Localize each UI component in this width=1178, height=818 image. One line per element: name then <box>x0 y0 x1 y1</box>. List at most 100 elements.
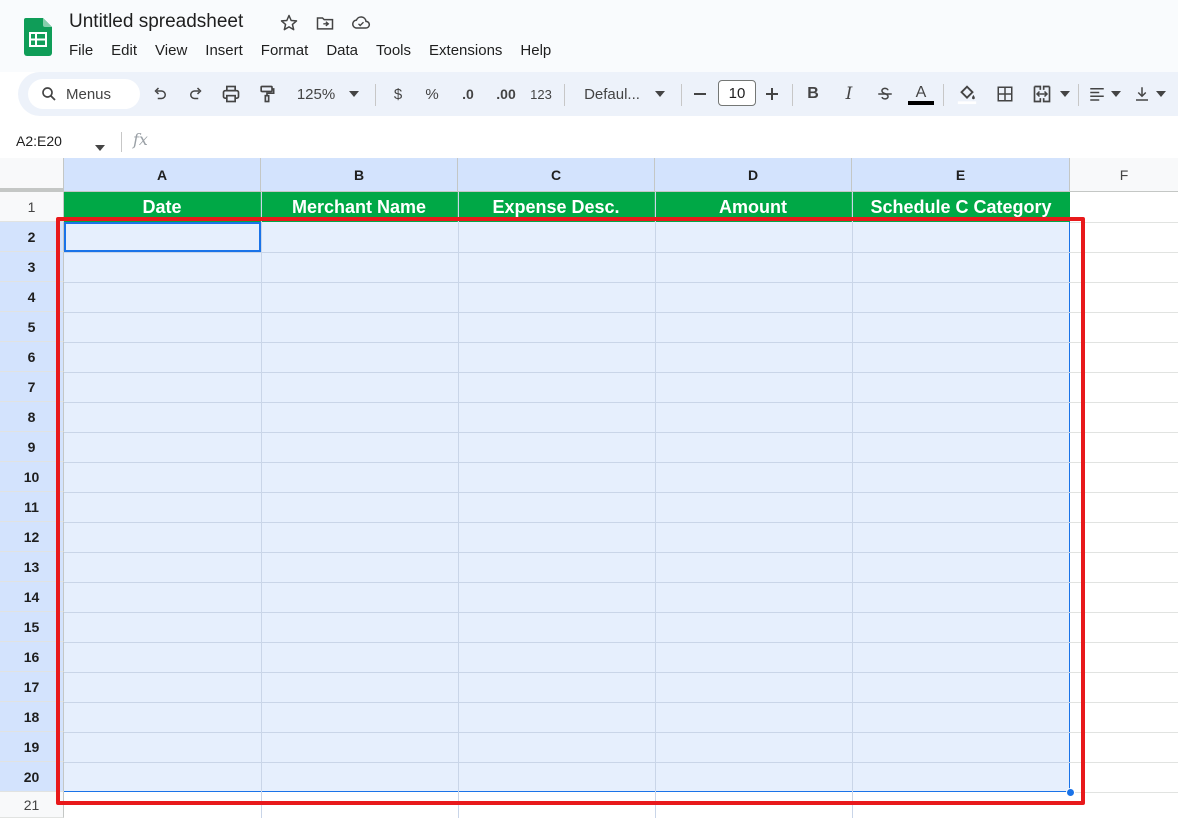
valign-chevron-down-icon[interactable] <box>1154 82 1168 106</box>
text-color-button[interactable]: A <box>907 82 935 106</box>
search-icon <box>42 87 56 101</box>
row-header-8[interactable]: 8 <box>0 402 64 432</box>
cloud-saved-icon[interactable] <box>350 12 372 34</box>
row-header-19[interactable]: 19 <box>0 732 64 762</box>
row-header-14[interactable]: 14 <box>0 582 64 612</box>
grid-line <box>1070 792 1178 793</box>
star-icon[interactable] <box>278 12 300 34</box>
font-size-input[interactable]: 10 <box>718 80 756 106</box>
name-box[interactable]: A2:E20 <box>16 133 62 149</box>
text-color-swatch <box>908 100 934 105</box>
decrease-decimal-label: .0 <box>462 86 474 102</box>
column-header-c[interactable]: C <box>458 158 655 192</box>
menu-insert[interactable]: Insert <box>205 42 243 59</box>
grid-line <box>1070 522 1178 523</box>
menu-tools[interactable]: Tools <box>376 42 411 59</box>
row-header-13[interactable]: 13 <box>0 552 64 582</box>
grid-line <box>1070 702 1178 703</box>
decrease-font-size-icon[interactable] <box>690 82 710 106</box>
grid-line <box>1070 402 1178 403</box>
decrease-decimal-button[interactable]: .0 <box>455 82 481 106</box>
menu-file[interactable]: File <box>69 42 93 59</box>
print-icon[interactable] <box>219 82 243 106</box>
formula-divider <box>121 132 122 152</box>
bold-button[interactable]: B <box>803 82 823 106</box>
move-folder-icon[interactable] <box>314 12 336 34</box>
fill-color-icon[interactable] <box>954 82 980 106</box>
grid-line <box>1070 312 1178 313</box>
grid-line <box>1070 552 1178 553</box>
grid-line <box>1070 492 1178 493</box>
row-header-18[interactable]: 18 <box>0 702 64 732</box>
column-header-b[interactable]: B <box>261 158 458 192</box>
font-chevron-down-icon[interactable] <box>652 82 668 106</box>
row-header-11[interactable]: 11 <box>0 492 64 522</box>
percent-format-button[interactable]: % <box>422 82 442 106</box>
grid-line <box>1070 372 1178 373</box>
row-header-1[interactable]: 1 <box>0 192 64 222</box>
paint-format-icon[interactable] <box>255 82 279 106</box>
number-format-button[interactable]: 123 <box>528 82 554 106</box>
borders-icon[interactable] <box>993 82 1017 106</box>
redo-icon[interactable] <box>184 82 208 106</box>
grid-line <box>1070 732 1178 733</box>
sheets-logo-icon[interactable] <box>24 18 52 56</box>
menu-view[interactable]: View <box>155 42 187 59</box>
zoom-select[interactable]: 125% <box>294 82 338 106</box>
grid-line <box>1070 762 1178 763</box>
grid-line <box>1070 642 1178 643</box>
grid-line <box>1070 462 1178 463</box>
fx-icon: fx <box>133 130 148 149</box>
strikethrough-icon[interactable] <box>873 82 897 106</box>
menu-edit[interactable]: Edit <box>111 42 137 59</box>
menu-bar: File Edit View Insert Format Data Tools … <box>69 42 569 59</box>
grid-line <box>1070 252 1178 253</box>
vertical-align-icon[interactable] <box>1131 82 1153 106</box>
grid-line <box>1070 582 1178 583</box>
column-header-f[interactable]: F <box>1070 158 1178 192</box>
menu-data[interactable]: Data <box>326 42 358 59</box>
row-header-16[interactable]: 16 <box>0 642 64 672</box>
italic-button[interactable]: I <box>839 82 859 106</box>
menu-format[interactable]: Format <box>261 42 309 59</box>
currency-format-button[interactable]: $ <box>388 82 408 106</box>
row-header-2[interactable]: 2 <box>0 222 64 252</box>
row-header-3[interactable]: 3 <box>0 252 64 282</box>
row-header-7[interactable]: 7 <box>0 372 64 402</box>
app-header: Untitled spreadsheet File Edit View Inse… <box>0 0 1178 72</box>
menu-extensions[interactable]: Extensions <box>429 42 502 59</box>
row-header-10[interactable]: 10 <box>0 462 64 492</box>
row-header-4[interactable]: 4 <box>0 282 64 312</box>
increase-decimal-button[interactable]: .00 <box>491 82 521 106</box>
highlight-annotation-box <box>56 217 1085 805</box>
row-header-9[interactable]: 9 <box>0 432 64 462</box>
row-header-5[interactable]: 5 <box>0 312 64 342</box>
row-header-6[interactable]: 6 <box>0 342 64 372</box>
name-box-chevron-down-icon[interactable] <box>95 138 105 156</box>
row-header-17[interactable]: 17 <box>0 672 64 702</box>
merge-chevron-down-icon[interactable] <box>1058 82 1072 106</box>
horizontal-align-icon[interactable] <box>1086 82 1108 106</box>
merge-cells-icon[interactable] <box>1029 82 1055 106</box>
font-family-select[interactable]: Defaul... <box>578 82 646 106</box>
align-chevron-down-icon[interactable] <box>1109 82 1123 106</box>
grid-line <box>1070 432 1178 433</box>
menus-search-button[interactable]: Menus <box>28 79 140 109</box>
row-header-20[interactable]: 20 <box>0 762 64 792</box>
menu-help[interactable]: Help <box>520 42 551 59</box>
column-f-cells[interactable] <box>1070 192 1178 818</box>
select-all-corner[interactable] <box>0 158 64 192</box>
undo-icon[interactable] <box>148 82 172 106</box>
row-header-21[interactable]: 21 <box>0 792 64 818</box>
toolbar-divider <box>681 84 682 106</box>
row-header-15[interactable]: 15 <box>0 612 64 642</box>
zoom-chevron-down-icon[interactable] <box>346 82 362 106</box>
toolbar-divider <box>375 84 376 106</box>
column-header-a[interactable]: A <box>64 158 261 192</box>
column-header-e[interactable]: E <box>852 158 1070 192</box>
grid-line <box>1070 222 1178 223</box>
row-header-12[interactable]: 12 <box>0 522 64 552</box>
increase-font-size-icon[interactable] <box>762 82 782 106</box>
column-header-d[interactable]: D <box>655 158 852 192</box>
document-title[interactable]: Untitled spreadsheet <box>69 11 243 33</box>
